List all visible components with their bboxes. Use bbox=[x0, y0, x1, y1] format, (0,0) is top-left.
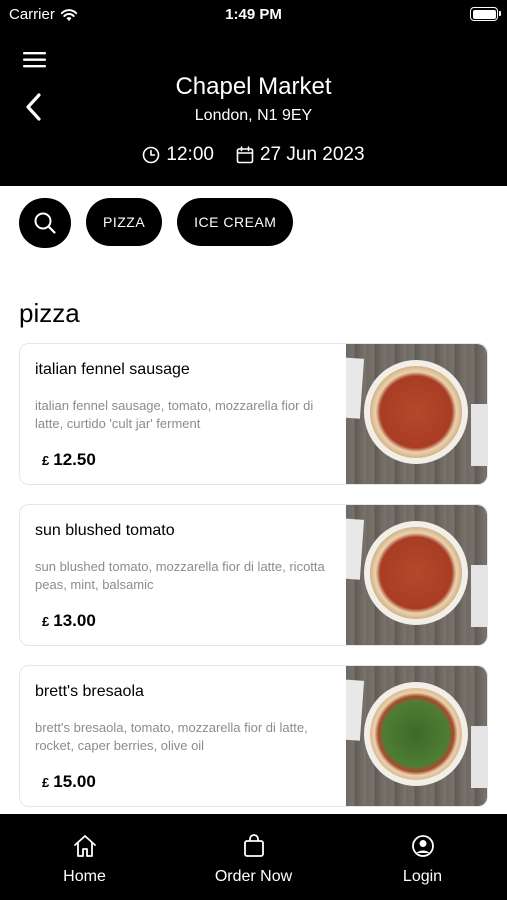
user-circle-icon bbox=[411, 835, 434, 857]
item-photo bbox=[346, 344, 487, 484]
location-subtitle: London, N1 9EY bbox=[194, 107, 313, 124]
page-title: Chapel Market bbox=[175, 73, 332, 100]
calendar-icon bbox=[236, 146, 254, 164]
battery-icon bbox=[470, 7, 501, 21]
chip-ice-cream[interactable]: ICE CREAM bbox=[177, 198, 294, 246]
item-price: £15.00 bbox=[42, 772, 96, 792]
item-price: £12.50 bbox=[42, 450, 96, 470]
hamburger-icon bbox=[23, 52, 46, 68]
header: Carrier 1:49 PM Chapel Market London, N1… bbox=[0, 0, 507, 186]
item-description: italian fennel sausage, tomato, mozzarel… bbox=[35, 398, 314, 431]
item-price: £13.00 bbox=[42, 611, 96, 631]
item-name: sun blushed tomato bbox=[35, 522, 175, 539]
clock-icon bbox=[143, 146, 160, 164]
menu-item-card[interactable]: brett's bresaola brett's bresaola, tomat… bbox=[19, 665, 488, 807]
search-button[interactable] bbox=[19, 198, 71, 248]
tab-order-now-label: Order Now bbox=[214, 868, 293, 885]
tab-bar: Home Order Now Login bbox=[0, 814, 507, 900]
event-meta: 12:00 27 Jun 2023 bbox=[0, 144, 507, 166]
price-value: 15.00 bbox=[53, 772, 96, 791]
tab-home[interactable]: Home bbox=[10, 814, 160, 900]
event-date-label: 27 Jun 2023 bbox=[259, 144, 365, 165]
currency-symbol: £ bbox=[42, 775, 50, 790]
chip-pizza[interactable]: PIZZA bbox=[86, 198, 163, 246]
event-time: 12:00 bbox=[142, 144, 214, 166]
item-photo bbox=[346, 666, 487, 806]
menu-item-card[interactable]: sun blushed tomato sun blushed tomato, m… bbox=[19, 504, 488, 646]
tab-login[interactable]: Login bbox=[348, 814, 498, 900]
tab-home-label: Home bbox=[63, 868, 106, 885]
price-value: 13.00 bbox=[53, 611, 96, 630]
item-name: italian fennel sausage bbox=[35, 361, 190, 378]
category-filters: PIZZA ICE CREAM bbox=[19, 198, 294, 248]
shopping-bag-icon bbox=[243, 834, 264, 857]
tab-order-now[interactable]: Order Now bbox=[179, 814, 329, 900]
currency-symbol: £ bbox=[42, 453, 50, 468]
event-time-label: 12:00 bbox=[166, 144, 214, 165]
item-photo bbox=[346, 505, 487, 645]
status-time: 1:49 PM bbox=[225, 6, 282, 23]
section-title: pizza bbox=[19, 298, 80, 328]
search-icon bbox=[34, 212, 56, 234]
price-value: 12.50 bbox=[53, 450, 96, 469]
currency-symbol: £ bbox=[42, 614, 50, 629]
status-bar: Carrier 1:49 PM bbox=[0, 0, 507, 30]
event-date: 27 Jun 2023 bbox=[236, 144, 365, 166]
item-name: brett's bresaola bbox=[35, 683, 144, 700]
menu-item-card[interactable]: italian fennel sausage italian fennel sa… bbox=[19, 343, 488, 485]
menu-button[interactable] bbox=[22, 50, 48, 70]
home-icon bbox=[73, 835, 96, 857]
item-description: brett's bresaola, tomato, mozzarella fio… bbox=[35, 720, 308, 753]
tab-login-label: Login bbox=[402, 868, 443, 885]
item-description: sun blushed tomato, mozzarella fior di l… bbox=[35, 559, 325, 592]
